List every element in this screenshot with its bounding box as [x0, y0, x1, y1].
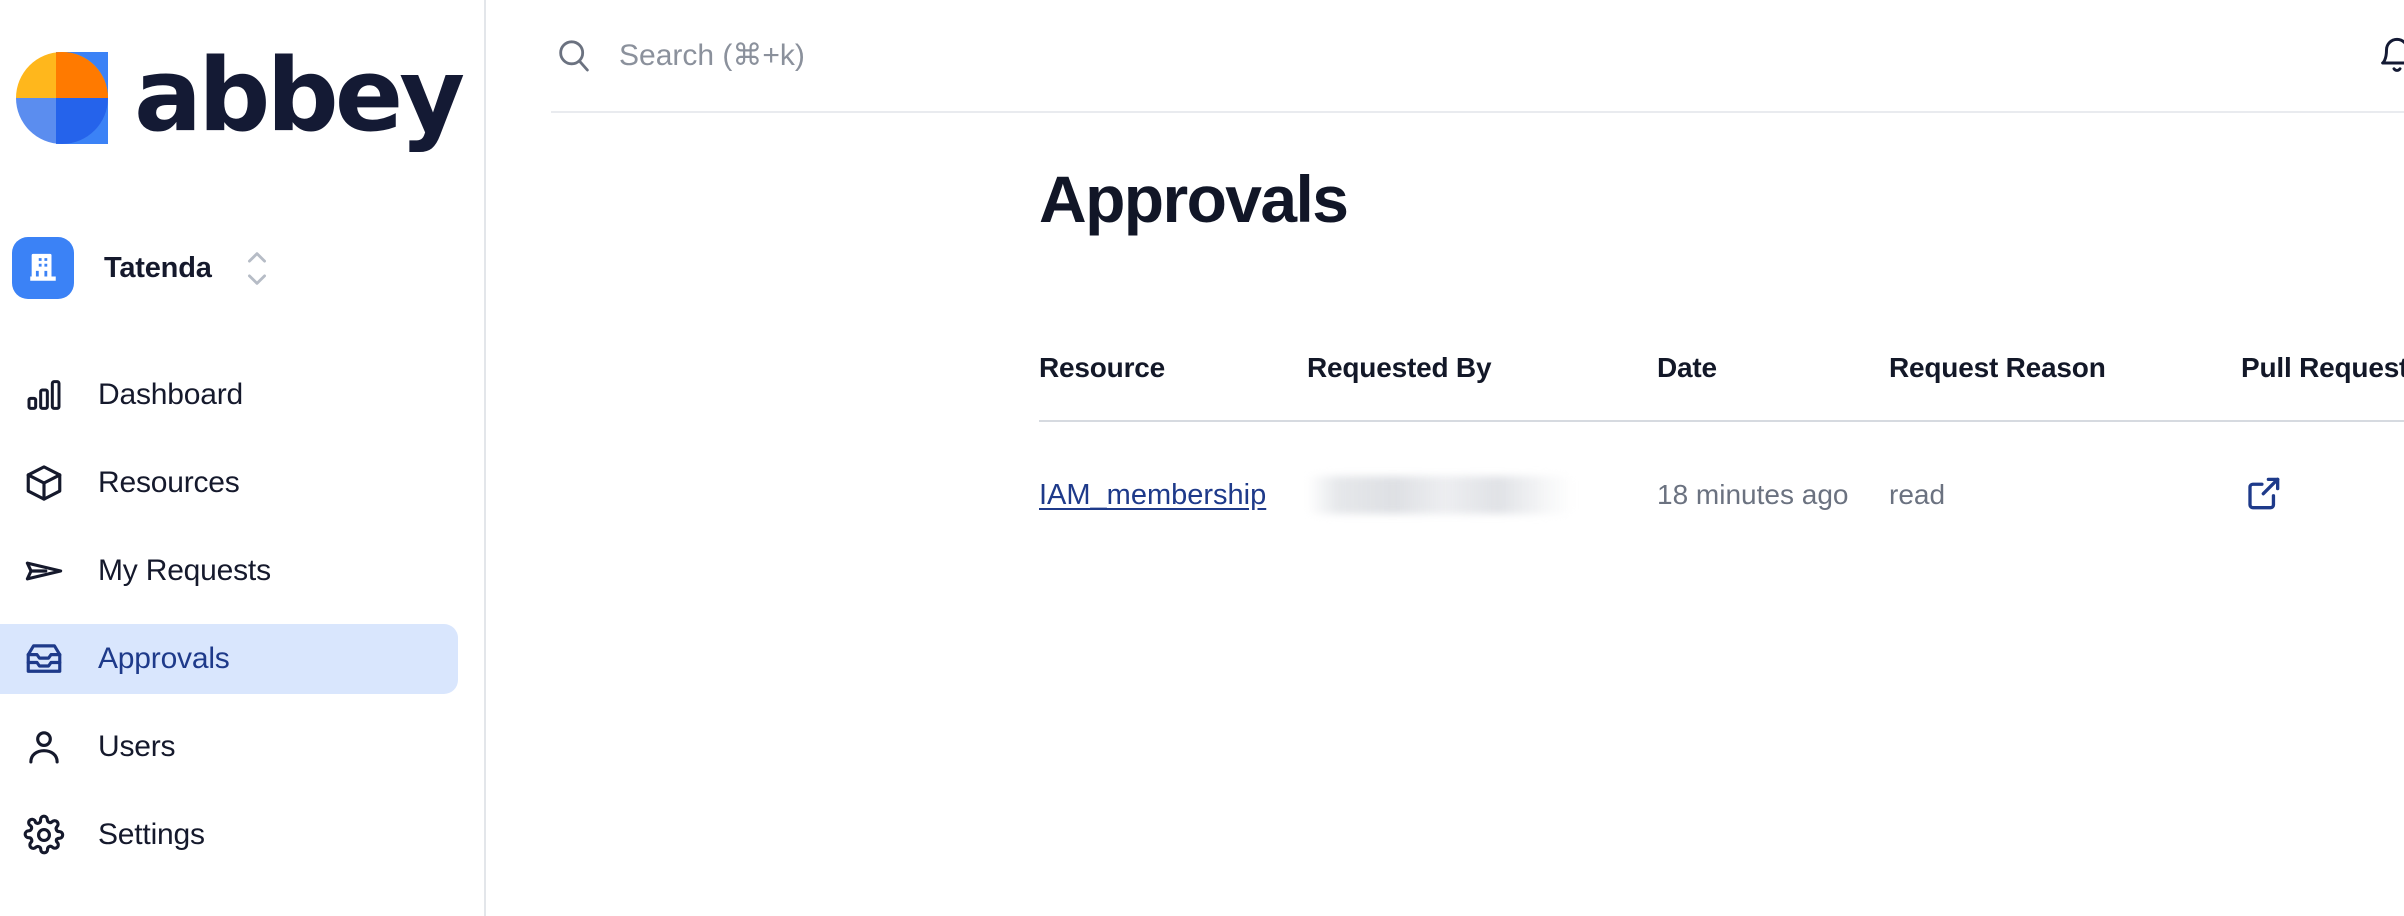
- sidebar-item-dashboard[interactable]: Dashboard: [0, 360, 458, 430]
- page-title: Approvals: [1039, 162, 1349, 236]
- main-area: T Approvals Resource: [486, 0, 2404, 916]
- sidebar-item-approvals[interactable]: Approvals: [0, 624, 458, 694]
- search-input[interactable]: [619, 38, 1219, 73]
- brand-logo[interactable]: abbey: [10, 35, 465, 154]
- app-root: abbey Tatenda Dashboard Resources My Req…: [0, 0, 2404, 916]
- column-header-resource: Resource: [1039, 352, 1166, 384]
- sidebar: abbey Tatenda Dashboard Resources My Req…: [0, 0, 486, 916]
- column-header-date: Date: [1657, 352, 1717, 384]
- bell-icon[interactable]: [2369, 28, 2404, 84]
- user-icon: [22, 725, 66, 769]
- org-name: Tatenda: [104, 251, 212, 284]
- table-header-row: Resource Requested By Date Request Reaso…: [1039, 352, 2404, 422]
- approvals-table-wrap: Resource Requested By Date Request Reaso…: [1039, 352, 2404, 532]
- cell-requested-by: [1307, 421, 1657, 532]
- sidebar-item-label: Dashboard: [98, 378, 243, 411]
- cube-icon: [22, 461, 66, 505]
- resource-link[interactable]: IAM_membership: [1039, 479, 1266, 511]
- sidebar-item-label: Approvals: [98, 642, 230, 675]
- building-icon: [12, 237, 74, 299]
- search-icon: [551, 33, 597, 79]
- sidebar-item-label: Settings: [98, 818, 205, 851]
- approvals-table: Resource Requested By Date Request Reaso…: [1039, 352, 2404, 532]
- table-row: IAM_membership 18 minutes ago read: [1039, 421, 2404, 532]
- org-switcher[interactable]: Tatenda: [12, 236, 312, 300]
- sidebar-item-label: My Requests: [98, 554, 271, 587]
- cell-date: 18 minutes ago: [1657, 479, 1849, 511]
- external-link-icon[interactable]: [2241, 470, 2287, 516]
- cell-request-reason: read: [1889, 479, 1946, 511]
- redacted-requested-by: [1307, 476, 1573, 515]
- sidebar-item-resources[interactable]: Resources: [0, 448, 458, 518]
- table-header: Resource Requested By Date Request Reaso…: [1039, 352, 2404, 422]
- sidebar-item-label: Users: [98, 730, 176, 763]
- inbox-icon: [22, 637, 66, 681]
- column-header-pull-request: Pull Request: [2241, 352, 2404, 384]
- abbey-logo-icon: [10, 48, 140, 148]
- gear-icon: [22, 813, 66, 857]
- column-header-request-reason: Request Reason: [1889, 352, 2106, 384]
- cell-pull-request: [2241, 421, 2404, 532]
- chevron-up-down-icon[interactable]: [244, 251, 270, 286]
- brand-wordmark: abbey: [134, 35, 465, 154]
- sidebar-item-users[interactable]: Users: [0, 712, 458, 782]
- page-content: Approvals Resource Requested By Date Req…: [486, 162, 2404, 532]
- sidebar-item-settings[interactable]: Settings: [0, 800, 458, 870]
- sidebar-item-label: Resources: [98, 466, 240, 499]
- search-box[interactable]: [551, 21, 2369, 91]
- topbar: T: [551, 0, 2404, 113]
- column-header-requested-by: Requested By: [1307, 352, 1492, 384]
- sidebar-item-my-requests[interactable]: My Requests: [0, 536, 458, 606]
- cell-resource: IAM_membership: [1039, 421, 1307, 532]
- sidebar-nav: Dashboard Resources My Requests Approval…: [0, 360, 486, 888]
- table-body: IAM_membership 18 minutes ago read: [1039, 421, 2404, 532]
- topbar-actions: T: [2369, 23, 2404, 89]
- send-icon: [22, 549, 66, 593]
- bar-chart-icon: [22, 373, 66, 417]
